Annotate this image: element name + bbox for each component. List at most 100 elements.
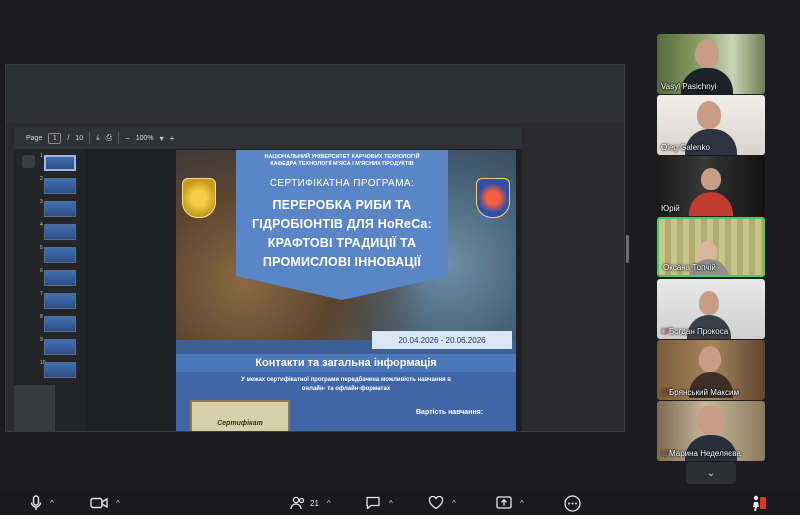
participant-tile-active-speaker[interactable]: Оксана Топчій xyxy=(657,217,765,277)
participant-head xyxy=(699,346,721,372)
program-label: СЕРТИФІКАТНА ПРОГРАМА: xyxy=(269,178,415,189)
thumbnail-page-4[interactable] xyxy=(44,224,76,240)
resize-handle[interactable] xyxy=(626,235,629,263)
thumbnail-number: 2 xyxy=(40,176,43,182)
participant-tile[interactable]: 🎙̸ Богдан Прокоса xyxy=(657,279,765,339)
university-crest-icon xyxy=(182,178,216,218)
participants-count: 21 xyxy=(310,498,319,508)
grey-overlay-patch xyxy=(14,385,55,431)
participant-name: Oleg Galenko xyxy=(661,143,710,152)
participant-name: Vasyl Pasichnyi xyxy=(661,82,717,91)
chat-options-caret-icon[interactable]: ^ xyxy=(389,499,393,508)
chat-control[interactable]: ^ xyxy=(365,494,393,512)
mic-off-icon: 🎙̸ xyxy=(661,327,667,336)
participant-name: Оксана Топчій xyxy=(663,263,716,272)
note-line-1: У межах сертифікатної програми передбаче… xyxy=(241,377,451,383)
participant-head xyxy=(697,405,723,435)
participant-tile[interactable]: 🎙̸ Брянський Максим xyxy=(657,340,765,400)
page-number-input[interactable]: 1 xyxy=(48,132,62,144)
title-line-3: КРАФТОВІ ТРАДИЦІЇ ТА xyxy=(267,236,417,250)
more-participants-chevron-icon[interactable]: ⌄ xyxy=(686,462,736,484)
certificate-image: Сертифікат xyxy=(190,400,290,431)
poster-title-banner: НАЦІОНАЛЬНИЙ УНІВЕРСИТЕТ ХАРЧОВИХ ТЕХНОЛ… xyxy=(236,150,448,300)
participant-name: 🎙̸ Марина Неделяєва xyxy=(661,449,741,458)
thumbnail-number: 5 xyxy=(40,245,43,251)
page-separator: / xyxy=(67,134,70,142)
reactions-options-caret-icon[interactable]: ^ xyxy=(452,499,456,508)
pdf-page-poster: НАЦІОНАЛЬНИЙ УНІВЕРСИТЕТ ХАРЧОВИХ ТЕХНОЛ… xyxy=(176,150,516,431)
certificate-word: Сертифікат xyxy=(217,420,263,427)
mic-off-icon: 🎙̸ xyxy=(661,388,667,397)
thumbnail-number: 3 xyxy=(40,199,43,205)
thumbnail-page-5[interactable] xyxy=(44,247,76,263)
zoom-in-button[interactable]: + xyxy=(170,134,175,143)
thumbnail-number: 7 xyxy=(40,291,43,297)
participant-tile[interactable]: Oleg Galenko xyxy=(657,95,765,155)
microphone-control[interactable]: ^ xyxy=(30,494,54,512)
participant-tile[interactable]: Юрій xyxy=(657,156,765,216)
camera-icon[interactable] xyxy=(90,497,108,509)
reactions-control[interactable]: ^ xyxy=(428,494,456,512)
participant-head xyxy=(699,291,719,315)
meeting-toolbar xyxy=(0,490,800,515)
print-icon[interactable]: ⎙ xyxy=(106,133,112,143)
reactions-heart-icon[interactable] xyxy=(428,496,444,510)
thumbnail-page-1[interactable] xyxy=(44,155,76,171)
contacts-heading: Контакти та загальна інформація xyxy=(176,354,516,372)
thumbnail-number: 9 xyxy=(40,337,43,343)
share-options-caret-icon[interactable]: ^ xyxy=(520,499,524,508)
participant-head xyxy=(697,101,721,129)
title-line-2: ГІДРОБІОНТІВ ДЛЯ HoReCa: xyxy=(252,217,432,231)
camera-control[interactable]: ^ xyxy=(90,494,120,512)
download-icon[interactable]: ⤓ xyxy=(96,133,100,143)
leave-meeting-button[interactable] xyxy=(750,494,768,512)
thumbnail-number: 4 xyxy=(40,222,43,228)
participant-name: Юрій xyxy=(661,204,680,213)
thumbnail-page-7[interactable] xyxy=(44,293,76,309)
thumbnail-page-3[interactable] xyxy=(44,201,76,217)
zoom-out-button[interactable]: − xyxy=(125,134,130,143)
format-note: У межах сертифікатної програми передбаче… xyxy=(176,376,516,394)
thumbnail-number: 6 xyxy=(40,268,43,274)
chat-icon[interactable] xyxy=(365,496,381,510)
thumbnail-page-2[interactable] xyxy=(44,178,76,194)
more-dots-icon[interactable] xyxy=(564,494,581,512)
participants-icon[interactable] xyxy=(290,496,306,510)
share-screen-control[interactable]: ^ xyxy=(496,494,524,512)
thumbnail-page-10[interactable] xyxy=(44,362,76,378)
thumbnail-number: 8 xyxy=(40,314,43,320)
camera-options-caret-icon[interactable]: ^ xyxy=(116,499,120,508)
more-options-button[interactable] xyxy=(564,494,581,512)
share-screen-icon[interactable] xyxy=(496,496,512,510)
participant-tile[interactable]: 🎙̸ Марина Неделяєва xyxy=(657,401,765,461)
meeting-window: Page 1 / 10 ⤓ ⎙ − 100% ▾ + 1 2 3 4 5 6 7… xyxy=(0,0,800,515)
note-line-2: онлайн- та офлайн-форматах xyxy=(301,386,391,392)
toolbar-divider xyxy=(118,132,120,144)
zoom-level[interactable]: 100% xyxy=(136,135,154,142)
participant-name: 🎙̸ Брянський Максим xyxy=(661,388,739,397)
thumbnail-page-6[interactable] xyxy=(44,270,76,286)
program-dates: 20.04.2026 - 20.06.2026 xyxy=(372,331,512,349)
pdf-toolbar: Page 1 / 10 ⤓ ⎙ − 100% ▾ + xyxy=(14,127,522,149)
microphone-options-caret-icon[interactable]: ^ xyxy=(50,499,54,508)
university-name: НАЦІОНАЛЬНИЙ УНІВЕРСИТЕТ ХАРЧОВИХ ТЕХНОЛ… xyxy=(264,154,420,160)
thumbnail-page-9[interactable] xyxy=(44,339,76,355)
department-emblem-icon xyxy=(476,178,510,218)
leave-person-icon[interactable] xyxy=(750,494,768,512)
thumbnail-page-8[interactable] xyxy=(44,316,76,332)
participants-control[interactable]: 21 ^ xyxy=(290,494,331,512)
page-total: 10 xyxy=(75,134,84,142)
participants-options-caret-icon[interactable]: ^ xyxy=(327,499,331,508)
title-line-1: ПЕРЕРОБКА РИБИ ТА xyxy=(272,198,412,212)
participant-tile[interactable]: Vasyl Pasichnyi xyxy=(657,34,765,94)
sidebar-toggle-icon[interactable] xyxy=(22,155,35,168)
toolbar-divider xyxy=(89,132,91,144)
page-label: Page xyxy=(26,134,43,142)
shared-screen-top-area xyxy=(6,65,624,123)
participant-head xyxy=(695,40,719,68)
poster-header: НАЦІОНАЛЬНИЙ УНІВЕРСИТЕТ ХАРЧОВИХ ТЕХНОЛ… xyxy=(236,154,448,168)
zoom-dropdown-icon[interactable]: ▾ xyxy=(160,134,164,143)
price-label: Вартість навчання: xyxy=(416,409,484,416)
department-name: КАФЕДРА ТЕХНОЛОГІЇ М'ЯСА І М'ЯСНИХ ПРОДУ… xyxy=(270,161,414,167)
microphone-icon[interactable] xyxy=(30,495,42,511)
